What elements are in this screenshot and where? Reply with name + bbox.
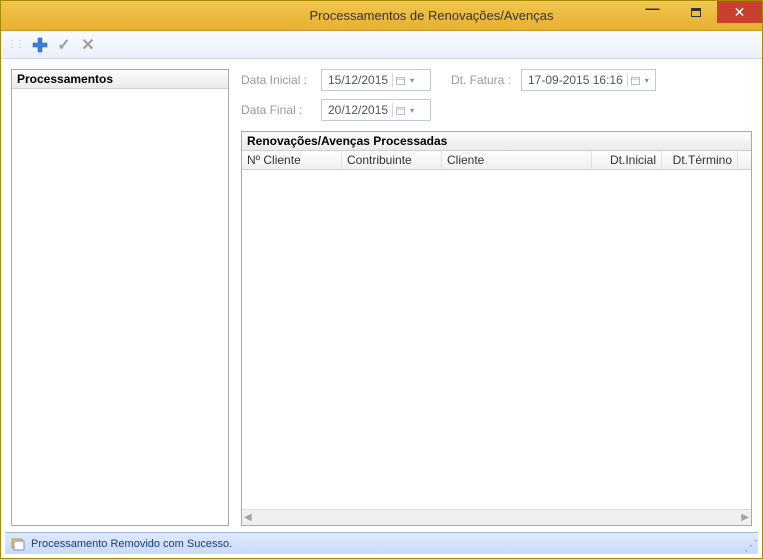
cancel-button[interactable]: ✕ [79,36,97,54]
results-grid: Renovações/Avenças Processadas Nº Client… [241,131,752,526]
chevron-down-icon: ▾ [410,76,418,85]
calendar-icon[interactable]: ▾ [392,103,408,117]
data-inicial-label: Data Inicial : [241,73,321,87]
chevron-down-icon: ▾ [645,76,653,85]
calendar-icon[interactable]: ▾ [392,73,408,87]
close-button[interactable]: ✕ [717,1,762,23]
x-icon: ✕ [81,35,94,55]
chevron-down-icon: ▾ [410,106,418,115]
status-bar: Processamento Removido com Sucesso. ⋰ [5,532,758,554]
status-message: Processamento Removido com Sucesso. [31,538,232,550]
minimize-button[interactable]: — [631,1,674,23]
filter-row-1: Data Inicial : 15/12/2015 ▾ Dt. Fatura :… [241,69,752,91]
data-inicial-field[interactable]: 15/12/2015 ▾ [321,69,431,91]
main-area: Processamentos Data Inicial : 15/12/2015… [1,59,762,532]
plus-icon [32,37,48,53]
col-n-cliente[interactable]: Nº Cliente [242,151,342,169]
status-icon [11,537,25,551]
processings-panel: Processamentos [11,69,229,526]
data-final-label: Data Final : [241,103,321,117]
confirm-button[interactable]: ✓ [55,36,73,54]
horizontal-scrollbar[interactable]: ◀ ▶ [242,509,751,525]
maximize-button[interactable] [674,1,717,23]
scroll-right-icon[interactable]: ▶ [741,512,749,523]
app-window: Processamentos de Renovações/Avenças — ✕… [0,0,763,559]
col-cliente[interactable]: Cliente [442,151,592,169]
processings-header: Processamentos [12,70,228,89]
grid-body[interactable] [242,170,751,509]
scroll-left-icon[interactable]: ◀ [244,512,252,523]
dt-fatura-value: 17-09-2015 16:16 [528,73,623,87]
col-contribuinte[interactable]: Contribuinte [342,151,442,169]
grid-header: Nº Cliente Contribuinte Cliente Dt.Inici… [242,151,751,170]
col-spacer [738,151,751,169]
window-controls: — ✕ [631,1,762,23]
data-final-value: 20/12/2015 [328,103,388,117]
toolbar: ⋮⋮ ✓ ✕ [1,31,762,59]
col-dt-termino[interactable]: Dt.Término [662,151,738,169]
add-button[interactable] [31,36,49,54]
calendar-icon[interactable]: ▾ [627,73,643,87]
title-bar: Processamentos de Renovações/Avenças — ✕ [1,1,762,31]
grid-title: Renovações/Avenças Processadas [242,132,751,151]
details-panel: Data Inicial : 15/12/2015 ▾ Dt. Fatura :… [241,69,752,526]
toolbar-grip: ⋮⋮ [7,39,23,50]
col-dt-inicial[interactable]: Dt.Inicial [592,151,662,169]
resize-grip[interactable]: ⋰ [744,541,756,553]
processings-list[interactable] [12,89,228,525]
data-final-field[interactable]: 20/12/2015 ▾ [321,99,431,121]
data-inicial-value: 15/12/2015 [328,73,388,87]
dt-fatura-label: Dt. Fatura : [451,73,521,87]
check-icon: ✓ [57,35,70,55]
filter-row-2: Data Final : 20/12/2015 ▾ [241,99,752,121]
dt-fatura-field[interactable]: 17-09-2015 16:16 ▾ [521,69,656,91]
